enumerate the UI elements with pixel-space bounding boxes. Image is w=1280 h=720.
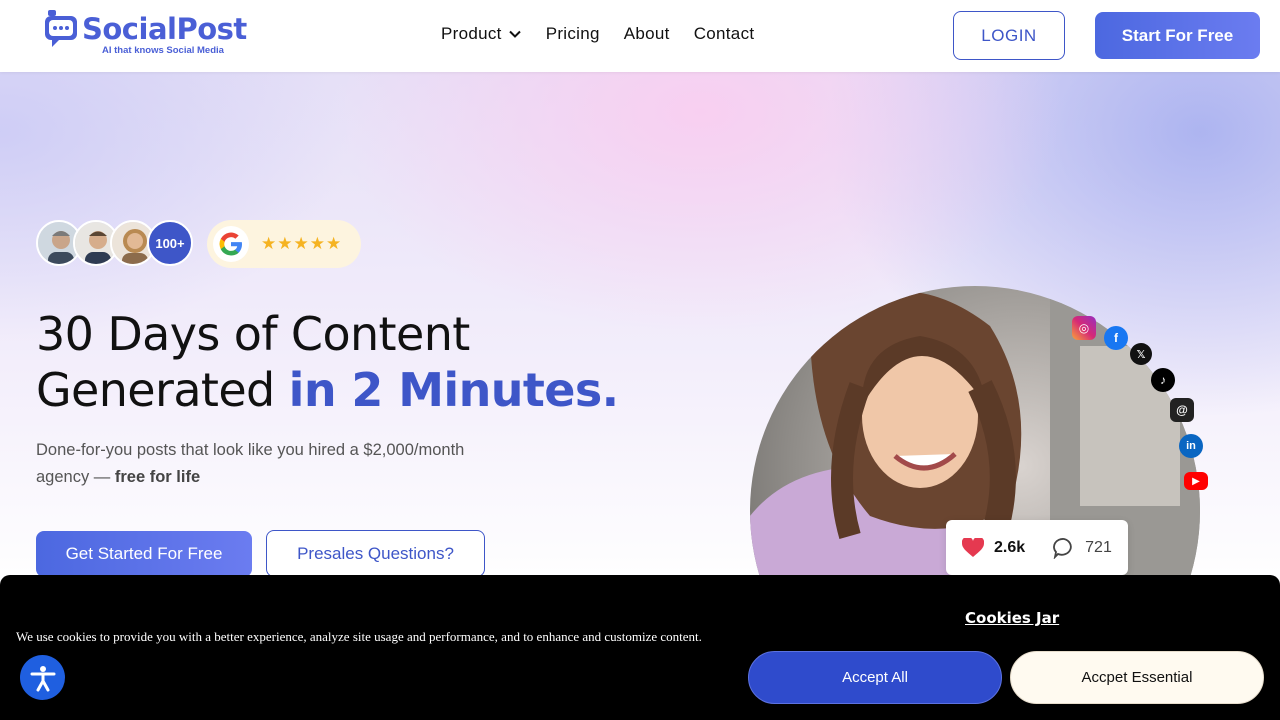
likes-count: 2.6k — [994, 538, 1026, 556]
brand-tagline: AI that knows Social Media — [102, 45, 224, 56]
cookie-banner: Cookies Jar We use cookies to provide yo… — [0, 575, 1280, 720]
hero-subtitle: Done-for-you posts that look like you hi… — [36, 437, 516, 491]
hero-title-line1: 30 Days of Content — [36, 307, 470, 361]
nav-product[interactable]: Product — [441, 24, 522, 44]
comment-icon — [1053, 537, 1072, 559]
hero-subtitle-bold: free for life — [114, 468, 201, 486]
chevron-down-icon — [508, 30, 521, 38]
engagement-card: 2.6k 721 — [946, 520, 1128, 575]
nav-about-label: About — [623, 24, 670, 43]
main-menu: Product Pricing About Contact — [441, 24, 754, 44]
login-button[interactable]: LOGIN — [953, 11, 1065, 60]
hero-subtitle-text: Done-for-you posts that look like you hi… — [36, 441, 465, 486]
hero-title-accent: in 2 Minutes. — [288, 363, 619, 417]
accessibility-icon[interactable] — [20, 655, 65, 700]
x-icon: 𝕏 — [1130, 343, 1152, 365]
linkedin-icon: in — [1179, 434, 1203, 458]
chat-bubble-logo-icon — [45, 10, 77, 47]
nav-about[interactable]: About — [624, 24, 670, 44]
nav-contact-label: Contact — [693, 24, 755, 43]
facebook-icon: f — [1104, 326, 1128, 350]
hero-title-line2: Generated in 2 Minutes. — [36, 362, 619, 418]
top-nav: SocialPost AI that knows Social Media Pr… — [0, 0, 1280, 72]
start-for-free-button[interactable]: Start For Free — [1095, 12, 1260, 59]
get-started-button[interactable]: Get Started For Free — [36, 531, 252, 577]
threads-icon: @ — [1170, 398, 1194, 422]
hero-title: 30 Days of Content Generated in 2 Minute… — [36, 306, 619, 418]
instagram-icon: ◎ — [1072, 316, 1096, 340]
hero-title-plain: Generated — [36, 363, 289, 417]
cookie-message: We use cookies to provide you with a bet… — [16, 629, 702, 644]
cookie-title-link[interactable]: Cookies Jar — [965, 609, 1059, 627]
accept-essential-button[interactable]: Accpet Essential — [1010, 651, 1264, 704]
google-rating-badge: ★★★★★ — [207, 220, 361, 268]
avatar-count-badge: 100+ — [147, 220, 193, 266]
presales-questions-button[interactable]: Presales Questions? — [266, 530, 485, 577]
brand-name: SocialPost — [82, 12, 247, 46]
nav-pricing-label: Pricing — [545, 24, 600, 43]
google-icon — [213, 226, 249, 262]
rating-stars: ★★★★★ — [261, 234, 343, 253]
nav-product-label: Product — [441, 24, 502, 43]
tiktok-icon: ♪ — [1151, 368, 1175, 392]
comments-count: 721 — [1085, 538, 1112, 556]
youtube-icon: ▶ — [1184, 472, 1208, 490]
nav-pricing[interactable]: Pricing — [546, 24, 600, 44]
accept-all-button[interactable]: Accept All — [748, 651, 1002, 704]
nav-contact[interactable]: Contact — [694, 24, 755, 44]
heart-icon — [962, 537, 984, 557]
brand-logo[interactable]: SocialPost AI that knows Social Media — [44, 8, 247, 60]
